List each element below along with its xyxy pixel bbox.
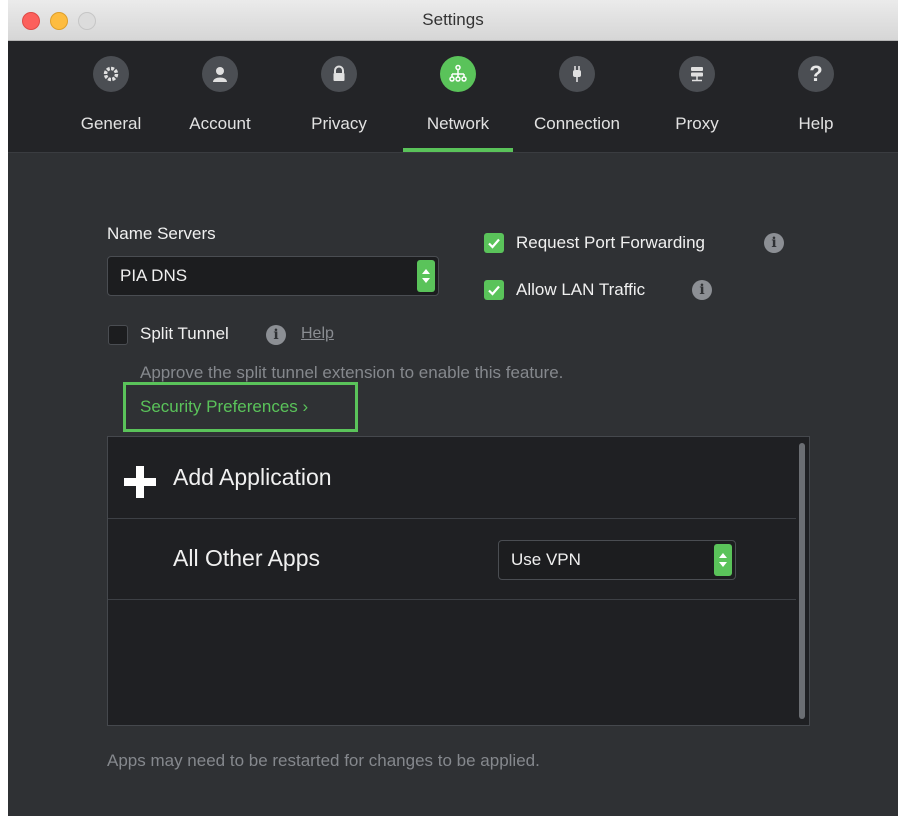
settings-window: Settings General Account Privacy Network [8,0,898,816]
tab-label: Connection [533,114,620,133]
tab-help[interactable]: ? Help [761,41,871,152]
add-application-row[interactable]: Add Application [108,437,796,519]
settings-toolbar: General Account Privacy Network Connecti… [8,41,898,153]
tab-label: Help [798,114,834,133]
question-icon: ? [798,56,834,92]
split-tunnel-checkbox[interactable] [108,325,128,345]
checkmark-icon [488,238,500,249]
tab-account[interactable]: Account [165,41,275,152]
plug-icon [559,56,595,92]
list-item: All Other Apps Use VPN [108,519,796,600]
all-other-apps-label: All Other Apps [173,545,321,571]
request-port-forwarding-label: Request Port Forwarding [516,233,705,252]
lock-icon [321,56,357,92]
tab-proxy[interactable]: Proxy [642,41,752,152]
approve-extension-hint: Approve the split tunnel extension to en… [140,363,564,382]
tab-label: Network [426,114,490,133]
gear-icon [93,56,129,92]
tab-label: Proxy [675,114,719,133]
info-icon[interactable]: i [764,233,784,253]
active-tab-indicator [403,148,513,152]
info-icon[interactable]: i [692,280,712,300]
title-bar: Settings [8,0,898,41]
updown-stepper-icon [417,260,435,292]
info-icon[interactable]: i [266,325,286,345]
server-icon [679,56,715,92]
split-tunnel-apps-list: Add Application All Other Apps Use VPN [107,436,810,726]
restart-note: Apps may need to be restarted for change… [107,751,540,770]
tab-label: General [80,114,142,133]
tab-label: Privacy [311,114,367,133]
person-icon [202,56,238,92]
split-tunnel-label: Split Tunnel [140,324,229,343]
name-servers-select[interactable]: PIA DNS [107,256,439,296]
scrollbar[interactable] [799,443,805,719]
request-port-forwarding-checkbox[interactable] [484,233,504,253]
all-other-apps-select[interactable]: Use VPN [498,540,736,580]
name-servers-value: PIA DNS [120,266,188,285]
allow-lan-traffic-label: Allow LAN Traffic [516,280,646,299]
tab-connection[interactable]: Connection [522,41,632,152]
tab-general[interactable]: General [56,41,166,152]
add-application-label: Add Application [173,464,332,490]
all-other-apps-value: Use VPN [511,550,581,569]
network-icon [440,56,476,92]
security-preferences-link[interactable]: Security Preferences › [123,382,358,432]
window-title: Settings [422,10,484,29]
plus-icon [124,466,156,498]
help-link[interactable]: Help [301,325,334,343]
allow-lan-traffic-checkbox[interactable] [484,280,504,300]
updown-stepper-icon [714,544,732,576]
security-preferences-label: Security Preferences › [140,397,309,416]
name-servers-label: Name Servers [107,224,216,243]
tab-label: Account [189,114,251,133]
tab-network[interactable]: Network [403,41,513,152]
checkmark-icon [488,285,500,296]
tab-privacy[interactable]: Privacy [284,41,394,152]
